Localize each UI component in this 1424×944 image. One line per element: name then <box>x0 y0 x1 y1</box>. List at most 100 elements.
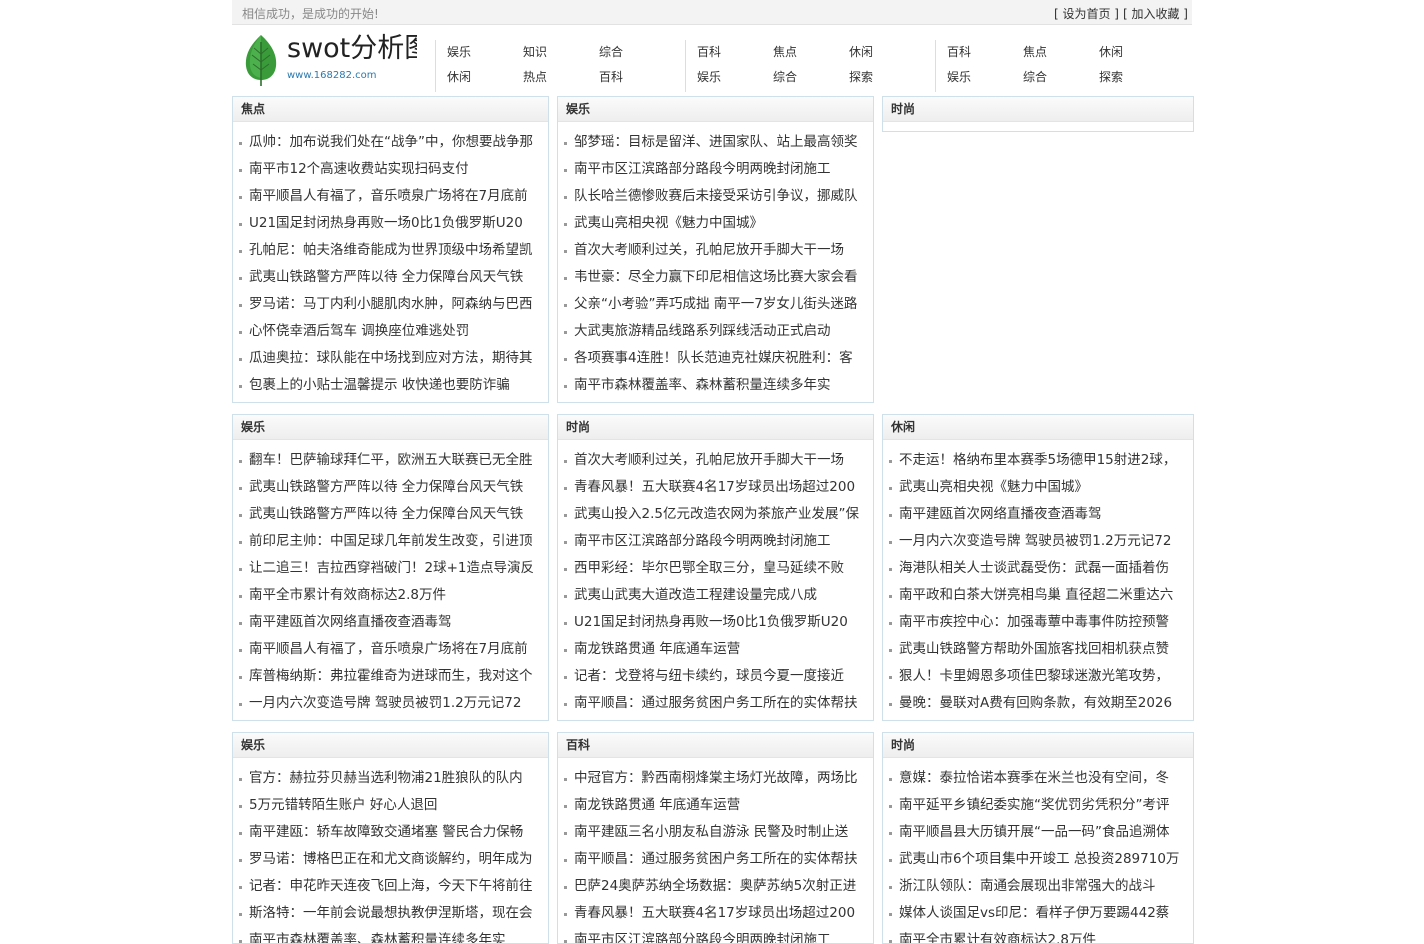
news-item-link[interactable]: 南平建瓯首次网络直播夜查酒毒驾 <box>233 609 548 636</box>
news-item-link[interactable]: 队长哈兰德惨败赛后未接受采访引争议，挪威队 <box>558 183 873 210</box>
news-item-link[interactable]: 一月内六次变造号牌 驾驶员被罚1.2万元记72 <box>883 528 1193 555</box>
section-title[interactable]: 时尚 <box>558 415 873 440</box>
section-title[interactable]: 娱乐 <box>558 97 873 122</box>
news-item-link[interactable]: 让二追三！吉拉西穿裆破门！2球+1造点导演反 <box>233 555 548 582</box>
news-item-link[interactable]: 南平顺昌人有福了，音乐喷泉广场将在7月底前 <box>233 183 548 210</box>
news-item-link[interactable]: 曼晚：曼联对A费有回购条款，有效期至2026 <box>883 690 1193 717</box>
news-item-link[interactable]: U21国足封闭热身再败一场0比1负俄罗斯U20 <box>558 609 873 636</box>
add-favorite-link[interactable]: [ 加入收藏 ] <box>1123 7 1188 21</box>
section-title[interactable]: 时尚 <box>883 97 1193 122</box>
nav-link[interactable]: 娱乐 <box>697 68 721 85</box>
news-item-link[interactable]: 中冠官方：黔西南栩烽棠主场灯光故障，两场比 <box>558 765 873 792</box>
news-item-link[interactable]: 南平市森林覆盖率、森林蓄积量连续多年实 <box>558 372 873 399</box>
news-item-link[interactable]: 南平顺昌：通过服务贫困户务工所在的实体帮扶 <box>558 846 873 873</box>
news-item-link[interactable]: 5万元错转陌生账户 好心人退回 <box>233 792 548 819</box>
news-item-link[interactable]: 各项赛事4连胜！队长范迪克社媒庆祝胜利：客 <box>558 345 873 372</box>
news-item-link[interactable]: 武夷山亮相央视《魅力中国城》 <box>558 210 873 237</box>
nav-link[interactable]: 休闲 <box>849 43 873 60</box>
nav-link[interactable]: 休闲 <box>1099 43 1123 60</box>
nav-link[interactable]: 娱乐 <box>947 68 971 85</box>
nav-link[interactable]: 探索 <box>1099 68 1123 85</box>
news-item-link[interactable]: U21国足封闭热身再败一场0比1负俄罗斯U20 <box>233 210 548 237</box>
news-item-link[interactable]: 南平建瓯首次网络直播夜查酒毒驾 <box>883 501 1193 528</box>
news-item-link[interactable]: 武夷山铁路警方帮助外国旅客找回相机获点赞 <box>883 636 1193 663</box>
news-item-link[interactable]: 罗马诺：博格巴正在和尤文商谈解约，明年成为 <box>233 846 548 873</box>
news-item-link[interactable]: 南平市区江滨路部分路段今明两晚封闭施工 <box>558 156 873 183</box>
leaf-logo-icon[interactable] <box>244 34 278 86</box>
news-item-link[interactable]: 南平市区江滨路部分路段今明两晚封闭施工 <box>558 927 873 943</box>
news-item-link[interactable]: 狠人！卡里姆恩多项佳巴黎球迷激光笔攻势， <box>883 663 1193 690</box>
news-item-link[interactable]: 南平市疾控中心：加强毒蕈中毒事件防控预警 <box>883 609 1193 636</box>
news-item-link[interactable]: 南平政和白茶大饼亮相鸟巢 直径超二米重达六 <box>883 582 1193 609</box>
news-item-link[interactable]: 巴萨24奥萨苏纳全场数据：奥萨苏纳5次射正进 <box>558 873 873 900</box>
news-item-link[interactable]: 青春风暴！五大联赛4名17岁球员出场超过200 <box>558 900 873 927</box>
news-item-link[interactable]: 大武夷旅游精品线路系列踩线活动正式启动 <box>558 318 873 345</box>
nav-link[interactable]: 知识 <box>523 43 547 60</box>
news-item-link[interactable]: 青春风暴！五大联赛4名17岁球员出场超过200 <box>558 474 873 501</box>
nav-link[interactable]: 热点 <box>523 68 547 85</box>
news-item-link[interactable]: 心怀侥幸酒后驾车 调换座位难逃处罚 <box>233 318 548 345</box>
news-item-link[interactable]: 武夷山铁路警方严阵以待 全力保障台风天气铁 <box>233 264 548 291</box>
news-item-link[interactable]: 武夷山铁路警方严阵以待 全力保障台风天气铁 <box>233 501 548 528</box>
nav-link[interactable]: 百科 <box>947 43 971 60</box>
news-item-link[interactable]: 首次大考顺利过关，孔帕尼放开手脚大干一场 <box>558 447 873 474</box>
news-item-link[interactable]: 父亲“小考验”弄巧成拙 南平一7岁女儿街头迷路 <box>558 291 873 318</box>
section-title[interactable]: 休闲 <box>883 415 1193 440</box>
nav-link[interactable]: 焦点 <box>1023 43 1047 60</box>
news-item-link[interactable]: 武夷山亮相央视《魅力中国城》 <box>883 474 1193 501</box>
news-item-link[interactable]: 南平市森林覆盖率、森林蓄积量连续多年实 <box>233 927 548 943</box>
nav-link[interactable]: 综合 <box>773 68 797 85</box>
news-item-link[interactable]: 南平建瓯三名小朋友私自游泳 民警及时制止送 <box>558 819 873 846</box>
news-item-link[interactable]: 海港队相关人士谈武磊受伤：武磊一面插着伤 <box>883 555 1193 582</box>
news-item-link[interactable]: 武夷山武夷大道改造工程建设量完成八成 <box>558 582 873 609</box>
nav-link[interactable]: 探索 <box>849 68 873 85</box>
section-title[interactable]: 娱乐 <box>233 733 548 758</box>
news-item-link[interactable]: 翻车！巴萨输球拜仁平，欧洲五大联赛已无全胜 <box>233 447 548 474</box>
nav-link[interactable]: 百科 <box>697 43 721 60</box>
news-item-link[interactable]: 记者：申花昨天连夜飞回上海，今天下午将前往 <box>233 873 548 900</box>
news-item-link[interactable]: 邹梦瑶：目标是留洋、进国家队、站上最高领奖 <box>558 129 873 156</box>
news-item-link[interactable]: 武夷山投入2.5亿元改造农网为茶旅产业发展”保 <box>558 501 873 528</box>
news-item-link[interactable]: 南龙铁路贯通 年底通车运营 <box>558 792 873 819</box>
news-item-link[interactable]: 一月内六次变造号牌 驾驶员被罚1.2万元记72 <box>233 690 548 717</box>
nav-link[interactable]: 综合 <box>599 43 623 60</box>
news-item-link[interactable]: 南龙铁路贯通 年底通车运营 <box>558 636 873 663</box>
news-item-link[interactable]: 武夷山铁路警方严阵以待 全力保障台风天气铁 <box>233 474 548 501</box>
news-item-link[interactable]: 南平市区江滨路部分路段今明两晚封闭施工 <box>558 528 873 555</box>
section-title[interactable]: 时尚 <box>883 733 1193 758</box>
section-title[interactable]: 焦点 <box>233 97 548 122</box>
news-item-link[interactable]: 南平顺昌：通过服务贫困户务工所在的实体帮扶 <box>558 690 873 717</box>
news-item-link[interactable]: 不走运！格纳布里本赛季5场德甲15射进2球， <box>883 447 1193 474</box>
news-item-link[interactable]: 南平市12个高速收费站实现扫码支付 <box>233 156 548 183</box>
news-item-link[interactable]: 包裹上的小贴士温馨提示 收快递也要防诈骗 <box>233 372 548 399</box>
nav-link[interactable]: 娱乐 <box>447 43 471 60</box>
nav-link[interactable]: 焦点 <box>773 43 797 60</box>
news-item-link[interactable]: 南平延平乡镇纪委实施“奖优罚劣凭积分”考评 <box>883 792 1193 819</box>
news-item-link[interactable]: 意媒：泰拉恰诺本赛季在米兰也没有空间，冬 <box>883 765 1193 792</box>
news-item-link[interactable]: 韦世豪：尽全力赢下印尼相信这场比赛大家会看 <box>558 264 873 291</box>
news-item-link[interactable]: 记者：戈登将与纽卡续约，球员今夏一度接近 <box>558 663 873 690</box>
news-item-link[interactable]: 库普梅纳斯：弗拉霍维奇为进球而生，我对这个 <box>233 663 548 690</box>
news-item-link[interactable]: 孔帕尼：帕夫洛维奇能成为世界顶级中场希望凯 <box>233 237 548 264</box>
news-item-link[interactable]: 瓜帅：加布说我们处在“战争”中，你想要战争那 <box>233 129 548 156</box>
news-item-link[interactable]: 媒体人谈国足vs印尼：看样子伊万要踢442蔡 <box>883 900 1193 927</box>
site-name[interactable]: swot分析图 <box>287 32 417 66</box>
news-item-link[interactable]: 武夷山市6个项目集中开竣工 总投资289710万 <box>883 846 1193 873</box>
nav-link[interactable]: 综合 <box>1023 68 1047 85</box>
news-item-link[interactable]: 瓜迪奥拉：球队能在中场找到应对方法，期待其 <box>233 345 548 372</box>
news-item-link[interactable]: 首次大考顺利过关，孔帕尼放开手脚大干一场 <box>558 237 873 264</box>
news-item-link[interactable]: 浙江队领队：南通会展现出非常强大的战斗 <box>883 873 1193 900</box>
section-title[interactable]: 娱乐 <box>233 415 548 440</box>
news-item-link[interactable]: 南平顺昌县大历镇开展“一品一码”食品追溯体 <box>883 819 1193 846</box>
nav-link[interactable]: 休闲 <box>447 68 471 85</box>
section-title[interactable]: 百科 <box>558 733 873 758</box>
news-item-link[interactable]: 罗马诺：马丁内利小腿肌肉水肿，阿森纳与巴西 <box>233 291 548 318</box>
nav-link[interactable]: 百科 <box>599 68 623 85</box>
set-homepage-link[interactable]: [ 设为首页 ] <box>1054 7 1119 21</box>
news-item-link[interactable]: 南平全市累计有效商标达2.8万件 <box>233 582 548 609</box>
news-item-link[interactable]: 南平建瓯：轿车故障致交通堵塞 警民合力保畅 <box>233 819 548 846</box>
news-item-link[interactable]: 南平全市累计有效商标达2.8万件 <box>883 927 1193 943</box>
news-item-link[interactable]: 斯洛特：一年前会说最想执教伊涅斯塔，现在会 <box>233 900 548 927</box>
news-item-link[interactable]: 前印尼主帅：中国足球几年前发生改变，引进顶 <box>233 528 548 555</box>
news-item-link[interactable]: 西甲彩经：毕尔巴鄂全取三分，皇马延续不败 <box>558 555 873 582</box>
